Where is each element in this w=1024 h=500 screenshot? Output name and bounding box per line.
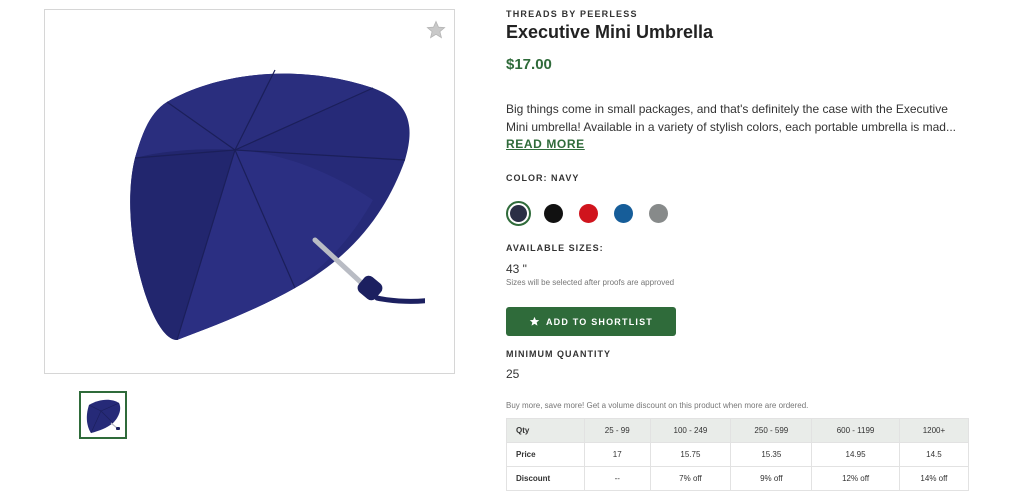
umbrella-thumbnail [86, 399, 121, 434]
table-header-cell: 600 - 1199 [811, 418, 900, 443]
color-swatches [506, 201, 706, 227]
product-thumbnail[interactable] [79, 391, 127, 439]
table-cell: -- [584, 466, 651, 491]
product-image-frame [44, 9, 455, 374]
table-cell: 9% off [730, 466, 813, 491]
table-row: Price 17 15.75 15.35 14.95 14.5 [506, 442, 970, 467]
umbrella-image [130, 69, 425, 340]
color-label: COLOR: NAVY [506, 173, 580, 183]
table-cell: 14.5 [898, 442, 970, 467]
table-header-row: Qty 25 - 99 100 - 249 250 - 599 600 - 11… [506, 418, 970, 443]
size-value: 43 " [506, 262, 527, 276]
table-cell: Price [506, 442, 585, 467]
product-price: $17.00 [506, 56, 552, 73]
table-header-cell: 100 - 249 [649, 418, 732, 443]
minimum-quantity-label: MINIMUM QUANTITY [506, 349, 611, 359]
star-icon [529, 316, 540, 326]
swatch-red[interactable] [579, 204, 598, 223]
volume-pricing-table: Qty 25 - 99 100 - 249 250 - 599 600 - 11… [506, 418, 970, 491]
table-cell: 15.35 [730, 442, 813, 467]
table-cell: 15.75 [649, 442, 732, 467]
swatch-blue[interactable] [614, 204, 633, 223]
read-more-link[interactable]: READ MORE [506, 137, 585, 151]
size-note: Sizes will be selected after proofs are … [506, 278, 675, 287]
description-line: Mini umbrella! Available in a variety of… [506, 120, 956, 134]
product-title: Executive Mini Umbrella [506, 22, 714, 42]
table-header-cell: Qty [506, 418, 585, 443]
table-row: Discount -- 7% off 9% off 12% off 14% of… [506, 466, 970, 491]
sizes-label: AVAILABLE SIZES: [506, 243, 604, 253]
table-cell: 17 [584, 442, 651, 467]
shortlist-button-label: ADD TO SHORTLIST [545, 316, 654, 327]
table-cell: 14.95 [811, 442, 900, 467]
minimum-quantity-value: 25 [506, 367, 520, 381]
add-to-shortlist-button[interactable]: ADD TO SHORTLIST [506, 307, 676, 336]
product-description: Big things come in small packages, and t… [506, 100, 968, 136]
swatch-gray[interactable] [649, 204, 668, 223]
brand-name: THREADS BY PEERLESS [506, 9, 638, 19]
swatch-navy[interactable] [506, 201, 531, 226]
table-cell: 7% off [649, 466, 732, 491]
table-header-cell: 1200+ [898, 418, 970, 443]
swatch-black[interactable] [544, 204, 563, 223]
star-icon[interactable] [426, 20, 446, 40]
table-header-cell: 25 - 99 [584, 418, 651, 443]
table-cell: 14% off [898, 466, 970, 491]
table-cell: Discount [506, 466, 585, 491]
volume-discount-note: Buy more, save more! Get a volume discou… [506, 401, 809, 410]
table-cell: 12% off [811, 466, 900, 491]
table-header-cell: 250 - 599 [730, 418, 813, 443]
description-line: Big things come in small packages, and t… [506, 102, 948, 116]
